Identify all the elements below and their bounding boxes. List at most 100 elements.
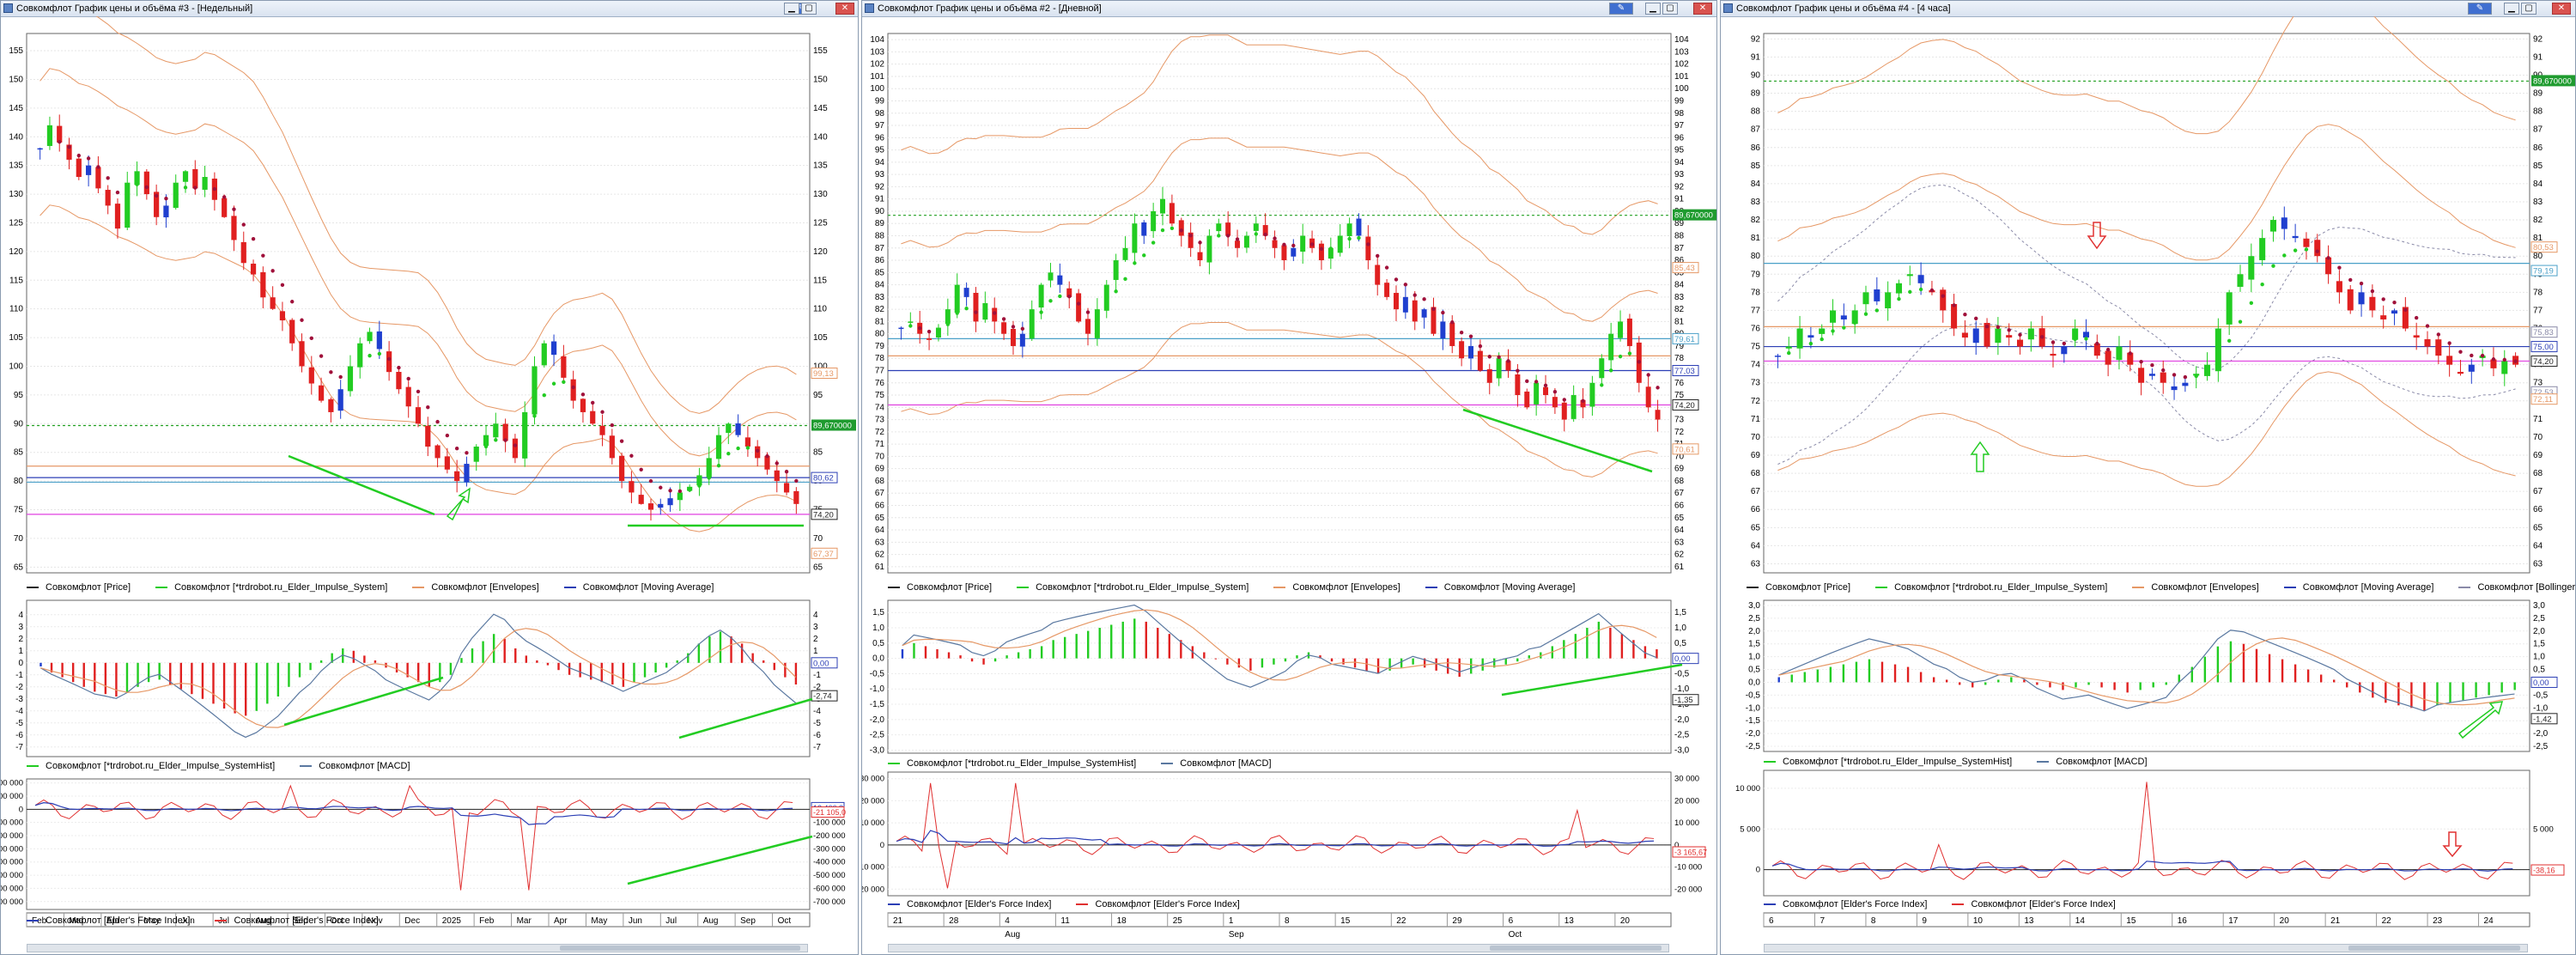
impulse-ma-point xyxy=(2073,337,2077,342)
candle-body xyxy=(2446,356,2453,365)
pin-button[interactable]: ✎ xyxy=(2468,3,2492,15)
macd-histogram-bar xyxy=(2281,659,2284,683)
chart-window-4h[interactable]: Совкомфлот График цены и объёма #4 - [4 … xyxy=(1720,0,2576,955)
candle-body xyxy=(1141,222,1147,236)
macd-histogram-bar xyxy=(1971,682,1974,688)
macd-histogram-bar xyxy=(1284,658,1287,662)
time-axis-label: 21 xyxy=(893,916,903,926)
candle-body xyxy=(1440,321,1446,339)
maximize-button[interactable]: ▢ xyxy=(1662,3,1678,15)
candle-body xyxy=(1785,346,1792,349)
macd-histogram-bar xyxy=(212,662,215,704)
candle-body xyxy=(2314,240,2321,257)
macd-histogram-bar xyxy=(993,658,997,662)
macd-tick-label-left: 3,0 xyxy=(1748,601,1760,611)
price-tick-label-right: 110 xyxy=(813,305,827,314)
close-button[interactable]: ✕ xyxy=(1693,3,1712,15)
macd-tick-label-right: -4 xyxy=(813,707,821,716)
scrollbar-thumb[interactable] xyxy=(2348,946,2520,951)
impulse-ma-point xyxy=(513,443,518,447)
legend-item-impulse: Совкомфлот [*trdrobot.ru_Elder_Impulse_S… xyxy=(1017,582,1249,593)
force-tick-label-left: 0 xyxy=(1756,866,1760,875)
macd-histogram-bar xyxy=(913,642,915,659)
macd-histogram-bar xyxy=(1893,664,1897,683)
chart-canvas[interactable]: 6363646465656666676768686969707071717272… xyxy=(1721,16,2576,955)
candle-body xyxy=(444,456,450,470)
macd-tick-label-left: -1,5 xyxy=(1746,716,1761,726)
legend-item-impulse: Совкомфлот [*trdrobot.ru_Elder_Impulse_S… xyxy=(1875,582,2107,593)
price-tick-label-left: 71 xyxy=(875,440,885,449)
impulse-ma-point xyxy=(2183,374,2188,380)
impulse-ma-point xyxy=(1188,233,1193,238)
chart-window-weekly[interactable]: Совкомфлот График цены и объёма #3 - [Не… xyxy=(0,0,859,955)
macd-histogram-bar xyxy=(2010,677,2013,683)
chart-app-icon xyxy=(1723,3,1733,13)
chart-app-icon xyxy=(3,3,13,13)
price-tick-label-right: 135 xyxy=(813,161,828,171)
candle-body xyxy=(1178,220,1184,236)
price-tick-label-right: 85 xyxy=(813,448,823,458)
maximize-button[interactable]: ▢ xyxy=(801,3,817,15)
legend-item-force-index: Совкомфлот [Elder's Force Index] xyxy=(27,915,190,926)
scrollbar-thumb[interactable] xyxy=(1490,946,1662,951)
price-tick-label-right: 89 xyxy=(2533,89,2543,99)
window-titlebar[interactable]: Совкомфлот График цены и объёма #2 - [Дн… xyxy=(862,1,1716,17)
price-tick-label-left: 92 xyxy=(875,182,885,192)
impulse-ma-point xyxy=(1030,321,1034,325)
macd-histogram-bar xyxy=(982,658,985,665)
time-axis-label: 16 xyxy=(2178,916,2188,926)
impulse-ma-point xyxy=(406,376,410,381)
maximize-button[interactable]: ▢ xyxy=(2521,3,2537,15)
macd-histogram-bar xyxy=(1214,658,1218,660)
impulse-ma-point xyxy=(610,423,615,428)
horizontal-scrollbar[interactable] xyxy=(1764,944,2528,952)
impulse-ma-point xyxy=(1291,243,1296,248)
close-button[interactable]: ✕ xyxy=(835,3,854,15)
macd-tick-label-right: -1 xyxy=(813,671,821,680)
time-axis-label: 15 xyxy=(2126,916,2136,926)
time-axis-label: 21 xyxy=(2330,916,2341,926)
candle-body xyxy=(1951,304,1958,329)
macd-histogram-bar xyxy=(633,662,635,683)
minimize-button[interactable]: ▁ xyxy=(784,3,799,15)
chart-window-daily[interactable]: Совкомфлот График цены и объёма #2 - [Дн… xyxy=(861,0,1717,955)
impulse-ma-point xyxy=(465,451,469,455)
macd-histogram-bar xyxy=(740,643,744,663)
minimize-button[interactable]: ▁ xyxy=(2504,3,2519,15)
macd-histogram-bar xyxy=(201,662,204,699)
close-button[interactable]: ✕ xyxy=(2552,3,2571,15)
chart-canvas[interactable]: 61 6162 6263 6364 6465 6566 6667 6768 6869 6970 70… xyxy=(862,16,1717,955)
minimize-button[interactable]: ▁ xyxy=(1645,3,1661,15)
macd-histogram-bar xyxy=(395,662,398,672)
force-tick-label-right: -10 000 xyxy=(1674,863,1702,873)
candle-body xyxy=(1393,293,1399,310)
impulse-ma-point xyxy=(1581,398,1585,404)
impulse-ma-point xyxy=(1058,294,1062,299)
window-titlebar[interactable]: Совкомфлот График цены и объёма #4 - [4 … xyxy=(1721,1,2575,17)
force-tick-label-left: -300 000 xyxy=(1,844,23,854)
macd-tick-label-left: -1,0 xyxy=(1746,703,1761,713)
macd-histogram-bar xyxy=(579,662,581,678)
price-tick-label-left: 88 xyxy=(1751,107,1761,117)
scrollbar-thumb[interactable] xyxy=(560,946,800,951)
macd-histogram-bar xyxy=(1296,655,1298,659)
impulse-ma-point xyxy=(1394,277,1399,282)
horizontal-scrollbar[interactable] xyxy=(27,944,808,952)
macd-tick-label-left: -7 xyxy=(15,743,23,752)
impulse-ma-point xyxy=(1309,242,1315,246)
impulse-ma-point xyxy=(2139,359,2143,364)
price-tick-label-left: 78 xyxy=(875,354,885,363)
pin-button[interactable]: ✎ xyxy=(1609,3,1633,15)
price-tick-label-right: 65 xyxy=(2533,523,2543,532)
candle-body xyxy=(2281,217,2287,229)
chart-canvas[interactable]: 6565707075758080858590909595100100105105… xyxy=(1,16,859,955)
force-tick-label-left: -500 000 xyxy=(1,871,23,880)
window-titlebar[interactable]: Совкомфлот График цены и объёма #3 - [Не… xyxy=(1,1,858,17)
force-tick-label-left: -20 000 xyxy=(862,885,884,894)
impulse-ma-point xyxy=(945,322,951,326)
candle-body xyxy=(1412,300,1418,322)
macd-histogram-bar xyxy=(1168,634,1171,659)
horizontal-scrollbar[interactable] xyxy=(888,944,1669,952)
price-tick-label-right: 84 xyxy=(1674,281,1685,290)
candle-body xyxy=(337,389,343,411)
